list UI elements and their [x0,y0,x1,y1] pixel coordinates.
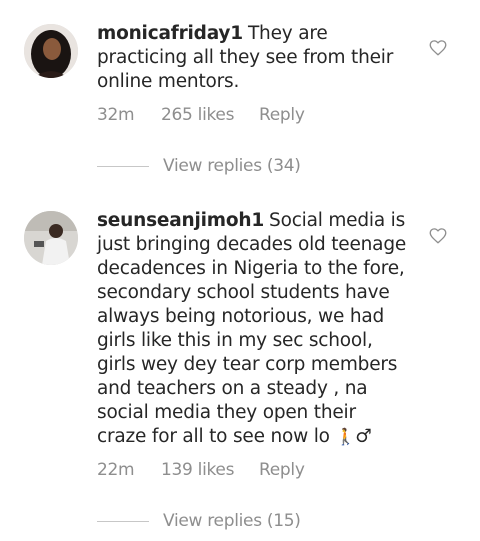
male-sign: ♂ [355,426,372,447]
comment-text: monicafriday1 They are practicing all the… [97,22,407,94]
comment-body: Social media is just bringing decades ol… [97,210,407,447]
avatar[interactable] [24,211,78,265]
like-count[interactable]: 265 likes [161,105,259,125]
heart-outline-icon[interactable] [428,38,448,56]
view-replies-link[interactable]: View replies (34) [163,156,301,176]
view-replies[interactable]: View replies (15) [97,511,301,531]
comment-text: seunseanjimoh1 Social media is just bring… [97,209,407,449]
comment-time: 32m [97,105,135,125]
comment-meta: 22m 139 likes Reply [97,460,305,480]
username[interactable]: monicafriday1 [97,23,243,44]
comment-meta: 32m 265 likes Reply [97,105,305,125]
comment-time: 22m [97,460,135,480]
reply-button[interactable]: Reply [259,105,305,125]
view-replies-link[interactable]: View replies (15) [163,511,301,531]
reply-button[interactable]: Reply [259,460,305,480]
username[interactable]: seunseanjimoh1 [97,210,264,231]
view-replies[interactable]: View replies (34) [97,156,301,176]
divider-line [97,165,149,167]
like-count[interactable]: 139 likes [161,460,259,480]
avatar[interactable] [24,24,78,78]
heart-outline-icon[interactable] [428,226,448,244]
divider-line [97,520,149,522]
person-walking-emoji: 🚶 [335,427,356,446]
